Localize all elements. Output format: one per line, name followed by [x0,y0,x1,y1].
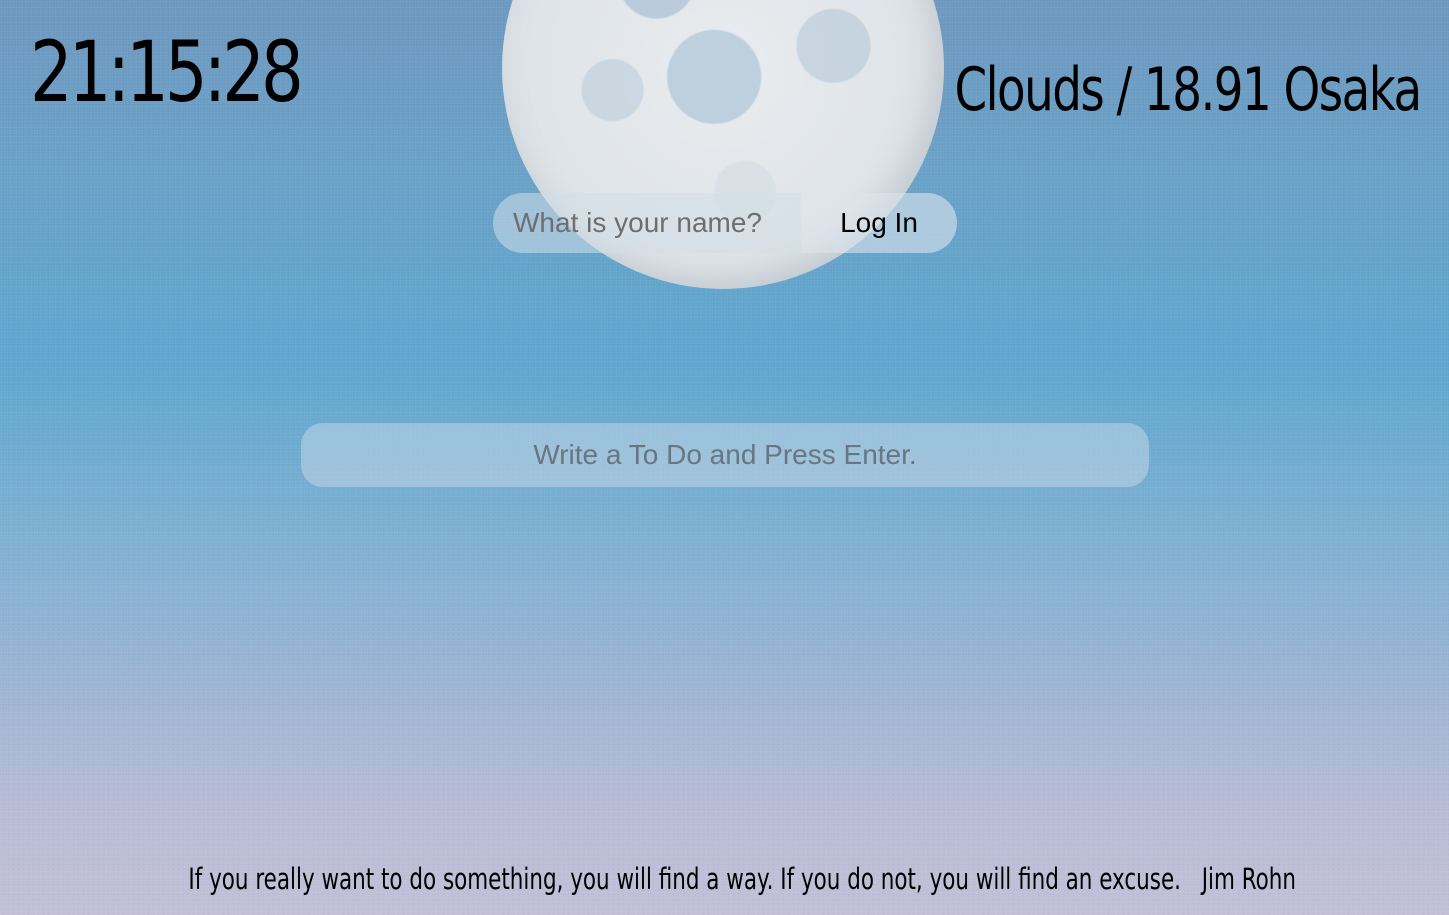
todo-input[interactable] [301,423,1149,487]
app-page: { "clock": { "time": "21:15:28" }, "weat… [0,0,1449,915]
login-button[interactable]: Log In [801,193,957,253]
login-form: Log In [493,193,957,253]
todo-form [301,423,1149,487]
quote-text: If you really want to do something, you … [188,862,1181,896]
quote-author: Jim Rohn [1201,862,1296,896]
name-input[interactable] [493,193,801,253]
quote: If you really want to do something, you … [188,862,1296,897]
clock: 21:15:28 [30,23,304,121]
weather-location: Clouds / 18.91 Osaka [954,55,1423,125]
